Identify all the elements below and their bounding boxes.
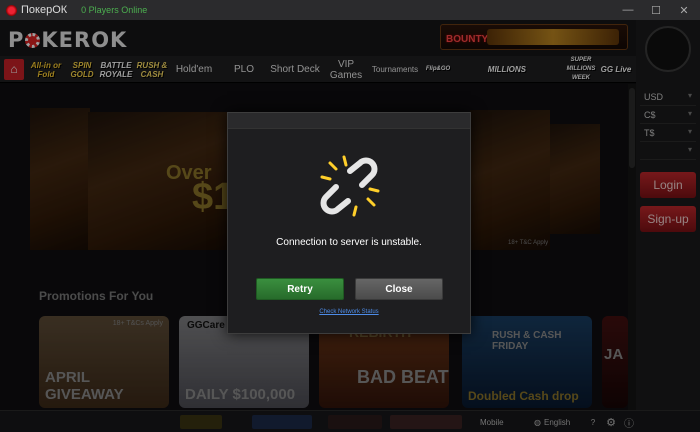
- close-button[interactable]: Close: [355, 278, 443, 300]
- check-network-status-link[interactable]: Check Network Status: [228, 309, 470, 315]
- connection-dialog: Connection to server is unstable. Retry …: [227, 112, 471, 334]
- window-title: ПокерОК: [21, 4, 68, 16]
- app-icon: [6, 4, 17, 16]
- maximize-button[interactable]: ☐: [642, 0, 670, 20]
- title-bar: ПокерОК 0 Players Online — ☐ ✕: [0, 0, 700, 20]
- broken-link-icon: [320, 155, 380, 217]
- dialog-message: Connection to server is unstable.: [276, 237, 422, 248]
- players-online: 0 Players Online: [81, 5, 148, 15]
- close-window-button[interactable]: ✕: [670, 0, 698, 20]
- dialog-header: [228, 113, 470, 129]
- retry-button[interactable]: Retry: [256, 278, 344, 300]
- minimize-button[interactable]: —: [614, 0, 642, 20]
